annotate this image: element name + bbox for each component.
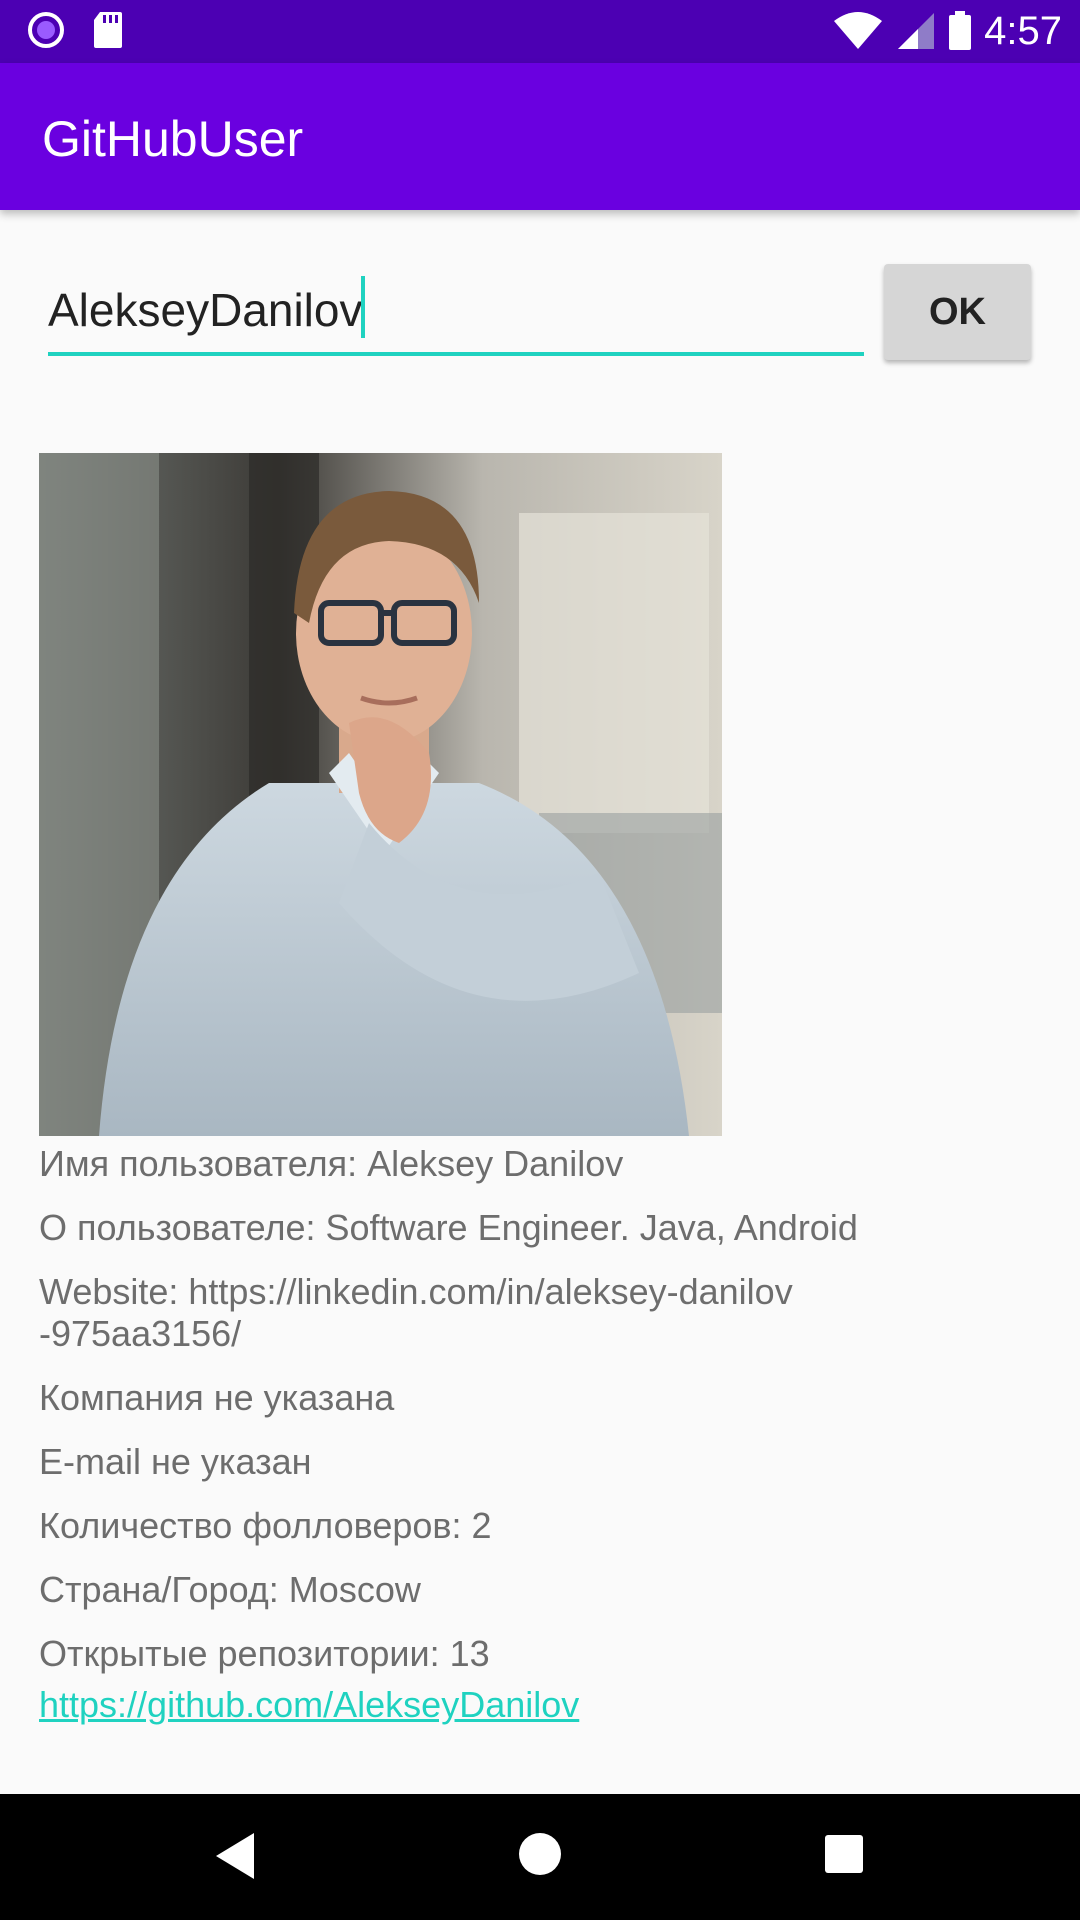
user-followers-text: Количество фолловеров: 2 [39,1505,492,1546]
user-email-text: E-mail не указан [39,1441,312,1482]
username-input-field[interactable] [48,272,864,356]
home-icon[interactable] [518,1832,562,1876]
navigation-bar [0,1794,1080,1920]
signal-icon [898,13,935,49]
avatar [39,453,722,1136]
user-repos-text: Открытые репозитории: 13 [39,1633,490,1674]
wifi-icon [834,12,883,49]
user-company-text: Компания не указана [39,1377,395,1418]
sd-card-icon [94,12,122,48]
app-notification-icon [28,12,64,48]
status-bar: 4:57 [0,0,1080,63]
user-about-text: О пользователе: Software Engineer. Java,… [39,1207,858,1248]
back-icon[interactable] [212,1831,258,1881]
app-title: GitHubUser [42,111,304,167]
ok-button[interactable]: OK [884,264,1031,360]
user-name-text: Имя пользователя: Aleksey Danilov [39,1143,624,1184]
text-cursor [361,276,365,338]
status-time: 4:57 [984,9,1062,53]
github-profile-link[interactable]: https://github.com/AlekseyDanilov [39,1683,579,1727]
app-bar: GitHubUser [0,63,1080,210]
user-website-text-line2: -975aa3156/ [39,1313,242,1354]
user-location-text: Страна/Город: Moscow [39,1569,421,1610]
battery-icon [949,11,972,50]
user-website-text-line1: Website: https://linkedin.com/in/aleksey… [39,1271,793,1312]
recents-icon[interactable] [824,1834,864,1874]
username-input[interactable] [48,272,864,348]
